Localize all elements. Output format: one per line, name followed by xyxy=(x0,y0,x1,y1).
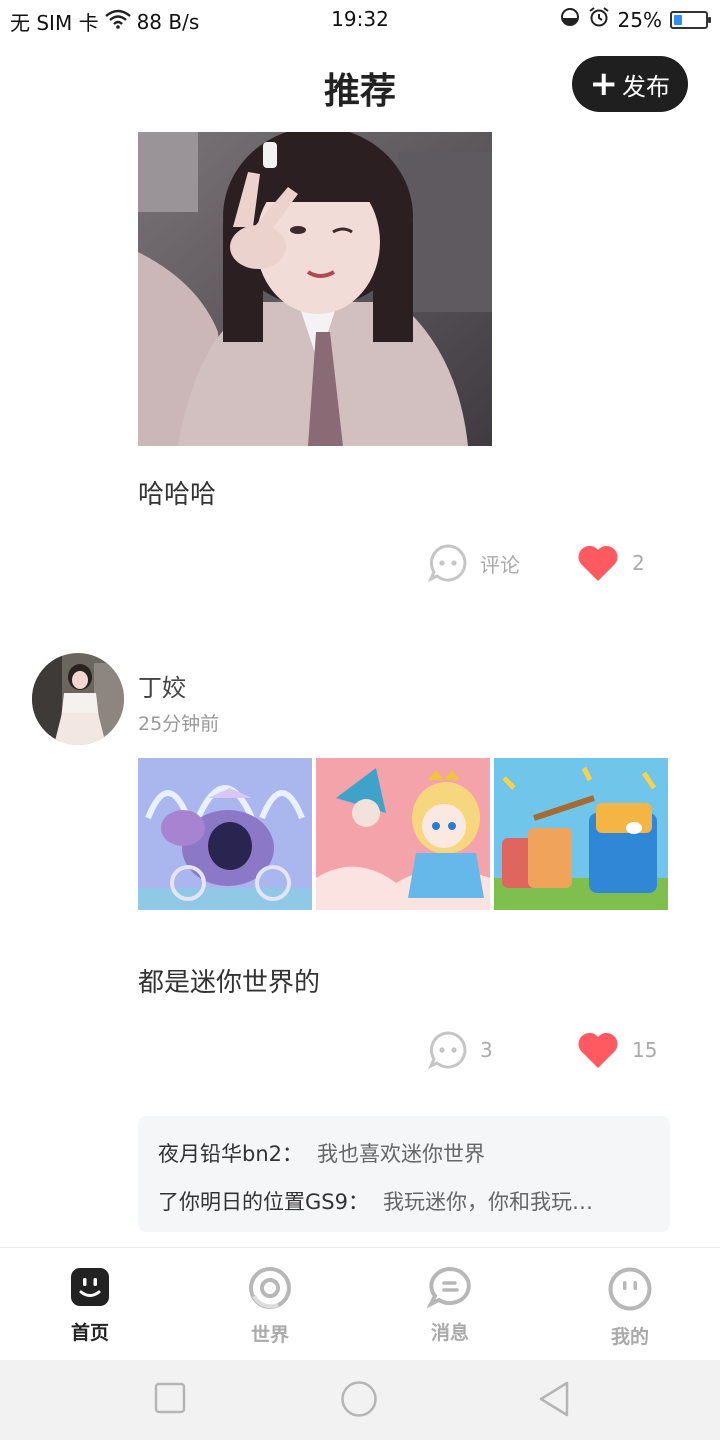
square-icon xyxy=(154,1382,186,1414)
post-time: 25分钟前 xyxy=(138,713,220,735)
avatar[interactable] xyxy=(32,653,124,745)
circle-icon xyxy=(341,1381,377,1417)
tab-label: 我的 xyxy=(610,1326,649,1348)
comment-item[interactable]: 夜月铅华bn2： 我也喜欢迷你世界 xyxy=(158,1138,648,1168)
system-nav-bar xyxy=(0,1360,720,1440)
tab-label: 首页 xyxy=(70,1322,109,1344)
tab-home[interactable]: 首页 xyxy=(30,1266,150,1345)
comment-user: 夜月铅华bn2： xyxy=(158,1142,304,1166)
post-image-3[interactable] xyxy=(494,758,668,910)
battery-percent: 25% xyxy=(617,7,662,32)
comment-user: 了你明日的位置GS9： xyxy=(158,1190,369,1214)
back-triangle-icon xyxy=(539,1381,569,1417)
post-photo[interactable] xyxy=(138,132,492,446)
heart-icon xyxy=(578,545,618,581)
comment-text: 我玩迷你，你和我玩… xyxy=(382,1190,593,1214)
publish-label: 发布 xyxy=(622,72,670,101)
back-button[interactable] xyxy=(536,1380,572,1422)
post-image-1[interactable] xyxy=(138,758,312,910)
do-not-disturb-icon xyxy=(560,7,580,32)
status-bar: 无 SIM 卡 88 B/s 19:32 25% xyxy=(0,0,720,38)
plus-icon: + xyxy=(589,64,619,104)
bottom-tab-bar: 首页 世界 消息 我的 xyxy=(0,1247,720,1360)
heart-icon xyxy=(578,1032,618,1068)
status-right: 25% xyxy=(560,6,711,33)
chat-bubble-icon xyxy=(426,1266,471,1309)
alarm-icon xyxy=(588,6,610,33)
recent-apps-button[interactable] xyxy=(154,1382,186,1418)
ring-icon xyxy=(249,1267,291,1309)
home-button[interactable] xyxy=(340,1380,378,1422)
post-text-2: 都是迷你世界的 xyxy=(138,968,321,998)
tab-world[interactable]: 世界 xyxy=(210,1266,330,1347)
tab-label: 世界 xyxy=(250,1324,289,1346)
comment-preview[interactable]: 夜月铅华bn2： 我也喜欢迷你世界 了你明日的位置GS9： 我玩迷你，你和我玩… xyxy=(138,1116,670,1232)
battery-fill xyxy=(674,14,682,25)
comment-icon xyxy=(428,544,467,583)
tab-label: 消息 xyxy=(430,1322,469,1344)
tab-me[interactable]: 我的 xyxy=(570,1266,690,1349)
comment-text: 我也喜欢迷你世界 xyxy=(317,1142,486,1166)
post-text: 哈哈哈 xyxy=(138,480,217,510)
like-count-2: 15 xyxy=(632,1038,658,1062)
publish-button[interactable]: + 发布 xyxy=(571,56,688,112)
tab-messages[interactable]: 消息 xyxy=(390,1266,510,1345)
post-image-2[interactable] xyxy=(316,758,490,910)
comment-button-2[interactable]: 3 xyxy=(428,1030,493,1070)
comment-icon xyxy=(428,1031,467,1070)
comment-count: 3 xyxy=(480,1038,493,1062)
app-screen: 无 SIM 卡 88 B/s 19:32 25% 推荐 + 发布 哈哈哈 评论 … xyxy=(0,0,720,1440)
like-button[interactable]: 2 xyxy=(576,543,645,583)
username[interactable]: 丁姣 xyxy=(138,668,186,703)
like-button-2[interactable]: 15 xyxy=(576,1030,657,1070)
comment-item[interactable]: 了你明日的位置GS9： 我玩迷你，你和我玩… xyxy=(158,1186,648,1216)
face-circle-icon xyxy=(608,1267,652,1311)
comment-label: 评论 xyxy=(480,552,520,577)
battery-icon xyxy=(670,10,711,29)
like-count: 2 xyxy=(632,551,645,575)
top-bar: 推荐 + 发布 xyxy=(0,40,720,130)
comment-button[interactable]: 评论 xyxy=(428,543,520,583)
smile-square-icon xyxy=(71,1268,109,1306)
